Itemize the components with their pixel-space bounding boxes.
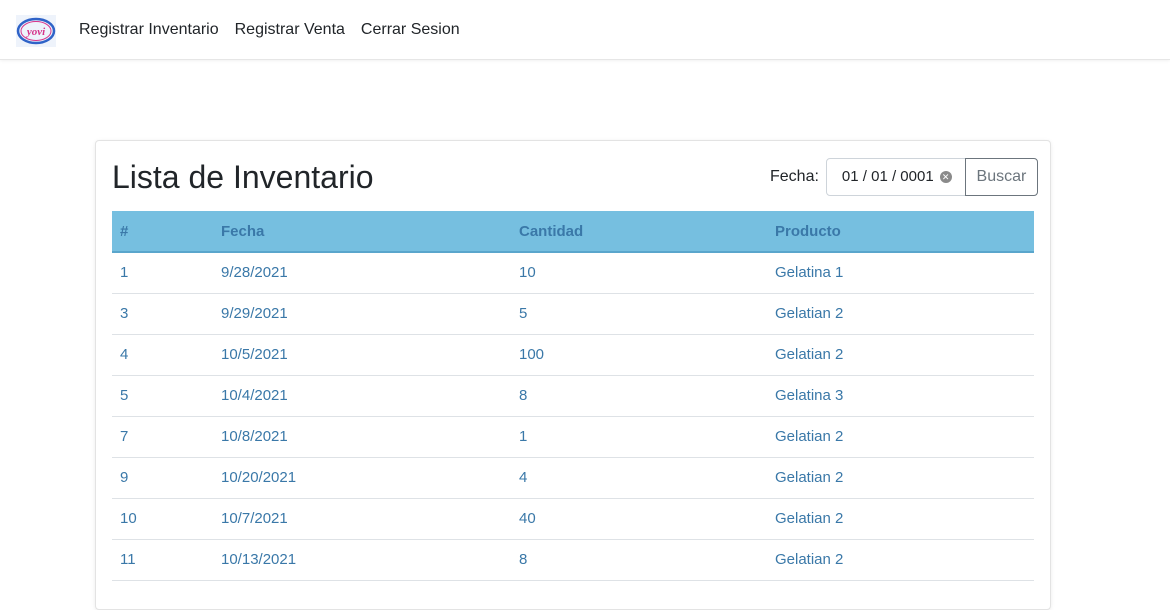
cell-fecha: 9/28/2021 — [213, 252, 511, 294]
cell-number: 7 — [112, 416, 213, 458]
top-navbar: yovi Registrar Inventario Registrar Vent… — [0, 0, 1170, 60]
cell-fecha: 10/13/2021 — [213, 539, 511, 581]
cell-number: 9 — [112, 457, 213, 499]
table-row[interactable]: 11 10/13/2021 8 Gelatian 2 — [112, 539, 1034, 581]
cell-number: 11 — [112, 539, 213, 581]
date-input-value: 01 / 01 / 0001 — [841, 168, 934, 185]
cell-cantidad: 100 — [511, 334, 767, 376]
brand-logo-text: yovi — [25, 26, 46, 38]
clear-date-icon[interactable]: ✕ — [939, 170, 952, 183]
cell-number: 1 — [112, 252, 213, 294]
cell-producto: Gelatian 2 — [767, 416, 1034, 458]
nav-registrar-inventario[interactable]: Registrar Inventario — [79, 21, 219, 39]
cell-producto: Gelatian 2 — [767, 334, 1034, 376]
cell-cantidad: 10 — [511, 252, 767, 294]
header-number[interactable]: # — [112, 211, 213, 253]
search-button[interactable]: Buscar — [964, 157, 1038, 196]
cell-cantidad: 4 — [511, 457, 767, 499]
header-producto[interactable]: Producto — [767, 211, 1034, 253]
cell-cantidad: 8 — [511, 539, 767, 581]
table-row[interactable]: 5 10/4/2021 8 Gelatina 3 — [112, 375, 1034, 417]
date-filter: Fecha: 01 / 01 / 0001 ✕ Buscar — [770, 157, 1038, 196]
cell-fecha: 10/4/2021 — [213, 375, 511, 417]
table-row[interactable]: 3 9/29/2021 5 Gelatian 2 — [112, 293, 1034, 335]
cell-cantidad: 8 — [511, 375, 767, 417]
table-row[interactable]: 9 10/20/2021 4 Gelatian 2 — [112, 457, 1034, 499]
cell-fecha: 10/8/2021 — [213, 416, 511, 458]
header-fecha[interactable]: Fecha — [213, 211, 511, 253]
nav-links: Registrar Inventario Registrar Venta Cer… — [79, 0, 476, 60]
cell-cantidad: 40 — [511, 498, 767, 540]
brand-logo[interactable]: yovi — [16, 15, 56, 47]
cell-producto: Gelatian 2 — [767, 498, 1034, 540]
table-header-row: # Fecha Cantidad Producto — [112, 211, 1034, 253]
inventory-table: # Fecha Cantidad Producto 1 9/28/2021 10… — [112, 211, 1034, 581]
cell-producto: Gelatina 1 — [767, 252, 1034, 294]
cell-fecha: 10/5/2021 — [213, 334, 511, 376]
cell-producto: Gelatian 2 — [767, 457, 1034, 499]
page-title: Lista de Inventario — [112, 159, 374, 195]
table-row[interactable]: 10 10/7/2021 40 Gelatian 2 — [112, 498, 1034, 540]
cell-producto: Gelatian 2 — [767, 293, 1034, 335]
cell-number: 3 — [112, 293, 213, 335]
cell-fecha: 10/20/2021 — [213, 457, 511, 499]
date-filter-label: Fecha: — [770, 167, 819, 185]
cell-number: 10 — [112, 498, 213, 540]
cell-cantidad: 5 — [511, 293, 767, 335]
cell-number: 4 — [112, 334, 213, 376]
table-row[interactable]: 1 9/28/2021 10 Gelatina 1 — [112, 252, 1034, 294]
table-row[interactable]: 7 10/8/2021 1 Gelatian 2 — [112, 416, 1034, 458]
cell-producto: Gelatian 2 — [767, 539, 1034, 581]
cell-cantidad: 1 — [511, 416, 767, 458]
nav-cerrar-sesion[interactable]: Cerrar Sesion — [361, 21, 460, 39]
nav-registrar-venta[interactable]: Registrar Venta — [235, 21, 345, 39]
table-row[interactable]: 4 10/5/2021 100 Gelatian 2 — [112, 334, 1034, 376]
inventory-card: Lista de Inventario Fecha: 01 / 01 / 000… — [95, 140, 1051, 610]
date-input[interactable]: 01 / 01 / 0001 ✕ — [825, 157, 966, 196]
cell-producto: Gelatina 3 — [767, 375, 1034, 417]
cell-number: 5 — [112, 375, 213, 417]
cell-fecha: 10/7/2021 — [213, 498, 511, 540]
cell-fecha: 9/29/2021 — [213, 293, 511, 335]
header-cantidad[interactable]: Cantidad — [511, 211, 767, 253]
